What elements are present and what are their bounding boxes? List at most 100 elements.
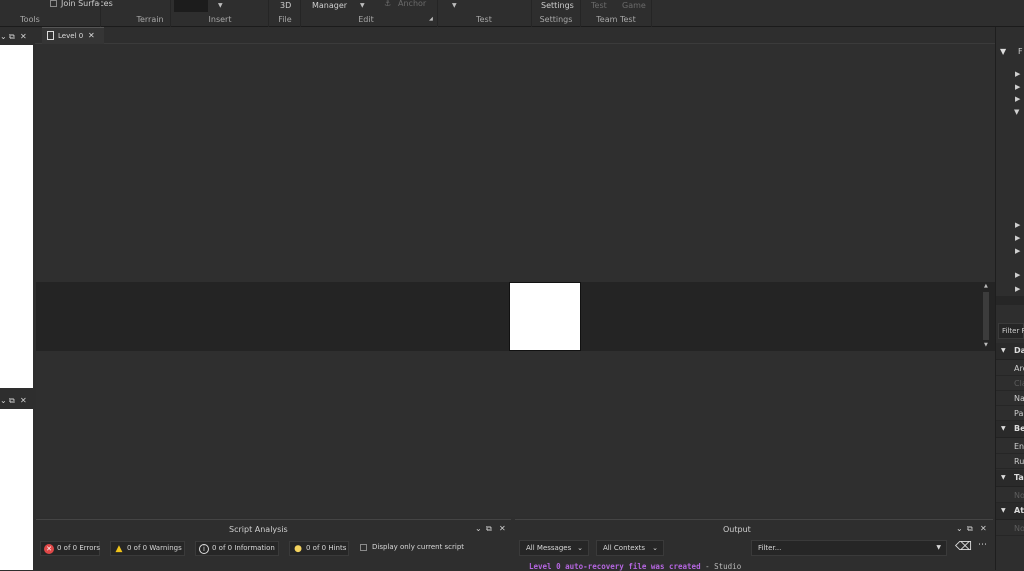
explorer-filter-label: F	[1018, 47, 1023, 56]
group-label-file: File	[278, 15, 292, 24]
3d-button[interactable]: 3D	[280, 1, 291, 11]
filter-icon[interactable]: ▼	[1000, 47, 1006, 56]
script-analysis-panel: Script Analysis ⌄ ⧉ ✕ ✕ 0 of 0 Errors ▲ …	[36, 519, 511, 570]
display-only-current-checkbox[interactable]	[360, 544, 367, 551]
lightbulb-icon: ●	[294, 544, 302, 554]
group-label-test: Test	[476, 15, 492, 24]
property-row: No	[996, 488, 1024, 503]
section-header-behavior[interactable]: ▼ Be	[996, 421, 1024, 438]
anchor-icon[interactable]: ⚓	[384, 0, 391, 9]
close-icon[interactable]: ✕	[20, 32, 27, 42]
close-icon[interactable]: ✕	[88, 31, 95, 40]
ribbon-toolbar: Join Surfaces Tools Terrain ▼ Insert 3D …	[0, 0, 1024, 27]
close-icon[interactable]: ✕	[980, 524, 987, 533]
section-header-attributes[interactable]: ▼ Att	[996, 503, 1024, 520]
ribbon-separator	[300, 0, 301, 27]
left-panel-header: ⌄ ⧉ ✕	[0, 28, 33, 45]
broom-clear-icon[interactable]: ⌫	[955, 539, 972, 553]
join-surfaces-checkbox[interactable]	[50, 0, 57, 7]
property-row[interactable]: En	[996, 439, 1024, 454]
anchor-button[interactable]: Anchor	[398, 0, 426, 9]
tab-level-0[interactable]: Level 0 ✕	[42, 27, 104, 44]
close-icon[interactable]: ✕	[499, 524, 506, 533]
scrollbar-thumb[interactable]	[983, 292, 989, 340]
close-icon[interactable]: ✕	[20, 396, 27, 406]
messages-filter-dropdown[interactable]: All Messages ⌄	[519, 540, 589, 556]
color-swatch[interactable]	[174, 0, 208, 12]
ribbon-separator	[170, 0, 171, 27]
property-row[interactable]: Pa	[996, 406, 1024, 421]
output-filter-placeholder: Filter...	[758, 544, 782, 552]
information-filter-button[interactable]: i 0 of 0 Information	[195, 541, 279, 556]
undock-icon[interactable]: ⧉	[9, 32, 15, 42]
settings-button[interactable]: Settings	[541, 1, 574, 11]
expand-arrow-icon[interactable]: ▶	[1015, 234, 1020, 242]
section-label: Be	[1014, 424, 1024, 433]
group-label-team-test: Team Test	[596, 15, 636, 24]
undock-icon[interactable]: ⧉	[486, 524, 492, 534]
collapse-arrow-icon[interactable]: ▼	[1001, 425, 1006, 432]
chevron-down-icon[interactable]: ⌄	[0, 32, 7, 42]
collapse-arrow-icon[interactable]: ▼	[1001, 347, 1006, 354]
group-label-tools: Tools	[20, 15, 40, 24]
property-row[interactable]: Ru	[996, 454, 1024, 469]
collapse-arrow-icon[interactable]: ▼	[1001, 507, 1006, 514]
collapse-arrow-icon[interactable]: ▼	[1001, 474, 1006, 481]
errors-filter-button[interactable]: ✕ 0 of 0 Errors	[40, 541, 100, 556]
horizontal-scrollbar[interactable]	[996, 296, 1024, 305]
property-row[interactable]: Cla	[996, 376, 1024, 391]
properties-filter-input[interactable]: Filter F	[998, 323, 1024, 339]
property-row[interactable]: Arc	[996, 361, 1024, 376]
expand-arrow-icon[interactable]: ▶	[1015, 70, 1020, 78]
left-panel-content[interactable]	[0, 45, 33, 388]
errors-count: 0 of 0 Errors	[57, 544, 101, 552]
chevron-down-icon[interactable]: ▼	[452, 2, 457, 9]
scroll-up-icon[interactable]: ▲	[984, 283, 988, 289]
expand-icon[interactable]: ◢	[429, 16, 433, 22]
property-row[interactable]: Na	[996, 391, 1024, 406]
scroll-down-icon[interactable]: ▼	[984, 342, 988, 348]
document-icon	[47, 31, 54, 40]
section-label: Da	[1014, 346, 1024, 355]
chevron-down-icon[interactable]: ⌄	[0, 396, 7, 406]
team-game-button[interactable]: Game	[622, 1, 646, 11]
manager-button[interactable]: Manager	[312, 1, 347, 11]
vertical-scrollbar[interactable]: ▲ ▼	[981, 282, 992, 351]
more-options-icon[interactable]: ⋯	[978, 540, 987, 550]
property-empty-text: No	[1014, 491, 1024, 500]
warnings-filter-button[interactable]: ▲ 0 of 0 Warnings	[110, 541, 185, 556]
chevron-down-icon[interactable]: ⌄	[956, 524, 963, 533]
document-tab-strip	[35, 27, 995, 44]
group-label-edit: Edit	[358, 15, 374, 24]
group-label-insert: Insert	[208, 15, 232, 24]
undock-icon[interactable]: ⧉	[967, 524, 973, 534]
preview-frame[interactable]	[509, 282, 581, 351]
expand-arrow-icon[interactable]: ▶	[1015, 221, 1020, 229]
output-panel: Output ⌄ ⧉ ✕ All Messages ⌄ All Contexts…	[515, 519, 993, 571]
chevron-down-icon[interactable]: ▼	[360, 2, 365, 9]
expand-arrow-icon[interactable]: ▶	[1015, 95, 1020, 103]
contexts-filter-value: All Contexts	[603, 544, 645, 552]
property-name: Cla	[1014, 379, 1024, 388]
expand-arrow-icon[interactable]: ▶	[1015, 247, 1020, 255]
hints-filter-button[interactable]: ● 0 of 0 Hints	[289, 541, 349, 556]
chevron-down-icon[interactable]: ▼	[218, 2, 223, 9]
property-name: Pa	[1014, 409, 1024, 418]
chevron-down-icon: ▼	[936, 544, 941, 551]
panel-title: Script Analysis	[229, 525, 288, 534]
undock-icon[interactable]: ⧉	[9, 396, 15, 406]
section-header-tags[interactable]: ▼ Ta	[996, 470, 1024, 487]
chevron-down-icon[interactable]: ⌄	[475, 524, 482, 533]
expand-arrow-icon[interactable]: ▶	[1015, 285, 1020, 293]
expand-arrow-icon[interactable]: ▶	[1015, 271, 1020, 279]
expand-arrow-icon[interactable]: ▶	[1015, 83, 1020, 91]
panel-title: Output	[723, 525, 751, 534]
property-name: Arc	[1014, 364, 1024, 373]
collapse-arrow-icon[interactable]: ▼	[1014, 108, 1019, 116]
left-panel-content[interactable]	[0, 409, 33, 570]
contexts-filter-dropdown[interactable]: All Contexts ⌄	[596, 540, 664, 556]
game-viewport[interactable]	[36, 44, 995, 517]
output-filter-input[interactable]: Filter... ▼	[751, 540, 947, 556]
section-header-data[interactable]: ▼ Da	[996, 343, 1024, 360]
team-test-button[interactable]: Test	[591, 1, 607, 11]
